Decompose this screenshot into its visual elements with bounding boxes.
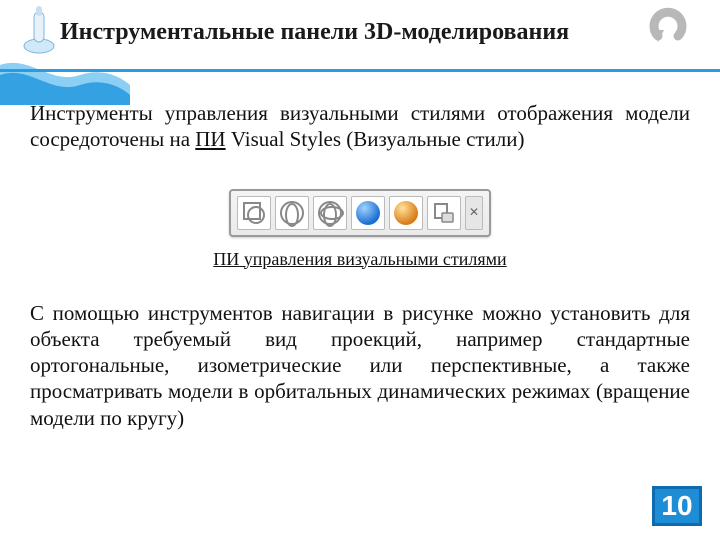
page-number-badge: 10 <box>652 486 702 526</box>
manage-icon[interactable] <box>427 196 461 230</box>
toolbar-close-icon[interactable]: ✕ <box>465 196 483 230</box>
toolbar-figure: ✕ ПИ управления визуальными стилями <box>30 189 690 270</box>
back-button[interactable] <box>644 6 692 54</box>
realistic-blue-icon[interactable] <box>351 196 385 230</box>
slide-header: Инструментальные панели 3D-моделирования <box>0 0 720 72</box>
hidden-icon[interactable] <box>313 196 347 230</box>
page-title: Инструментальные панели 3D-моделирования <box>60 0 660 47</box>
slide-content: Инструменты управления визуальными стиля… <box>0 72 720 431</box>
caption-rest: управления визуальными стилями <box>239 249 506 269</box>
intro-paragraph: Инструменты управления визуальными стиля… <box>30 100 690 153</box>
intro-text-post: Visual Styles (Визуальные стили) <box>226 127 525 151</box>
company-logo <box>22 4 56 54</box>
description-paragraph: С помощью инструментов навигации в рисун… <box>30 300 690 431</box>
visual-styles-toolbar: ✕ <box>229 189 491 237</box>
wireframe-3d-icon[interactable] <box>275 196 309 230</box>
caption-pi: ПИ <box>213 249 239 269</box>
wireframe-2d-icon[interactable] <box>237 196 271 230</box>
pi-abbrev-link: ПИ <box>195 127 225 151</box>
realistic-orange-icon[interactable] <box>389 196 423 230</box>
toolbar-caption: ПИ управления визуальными стилями <box>30 249 690 270</box>
